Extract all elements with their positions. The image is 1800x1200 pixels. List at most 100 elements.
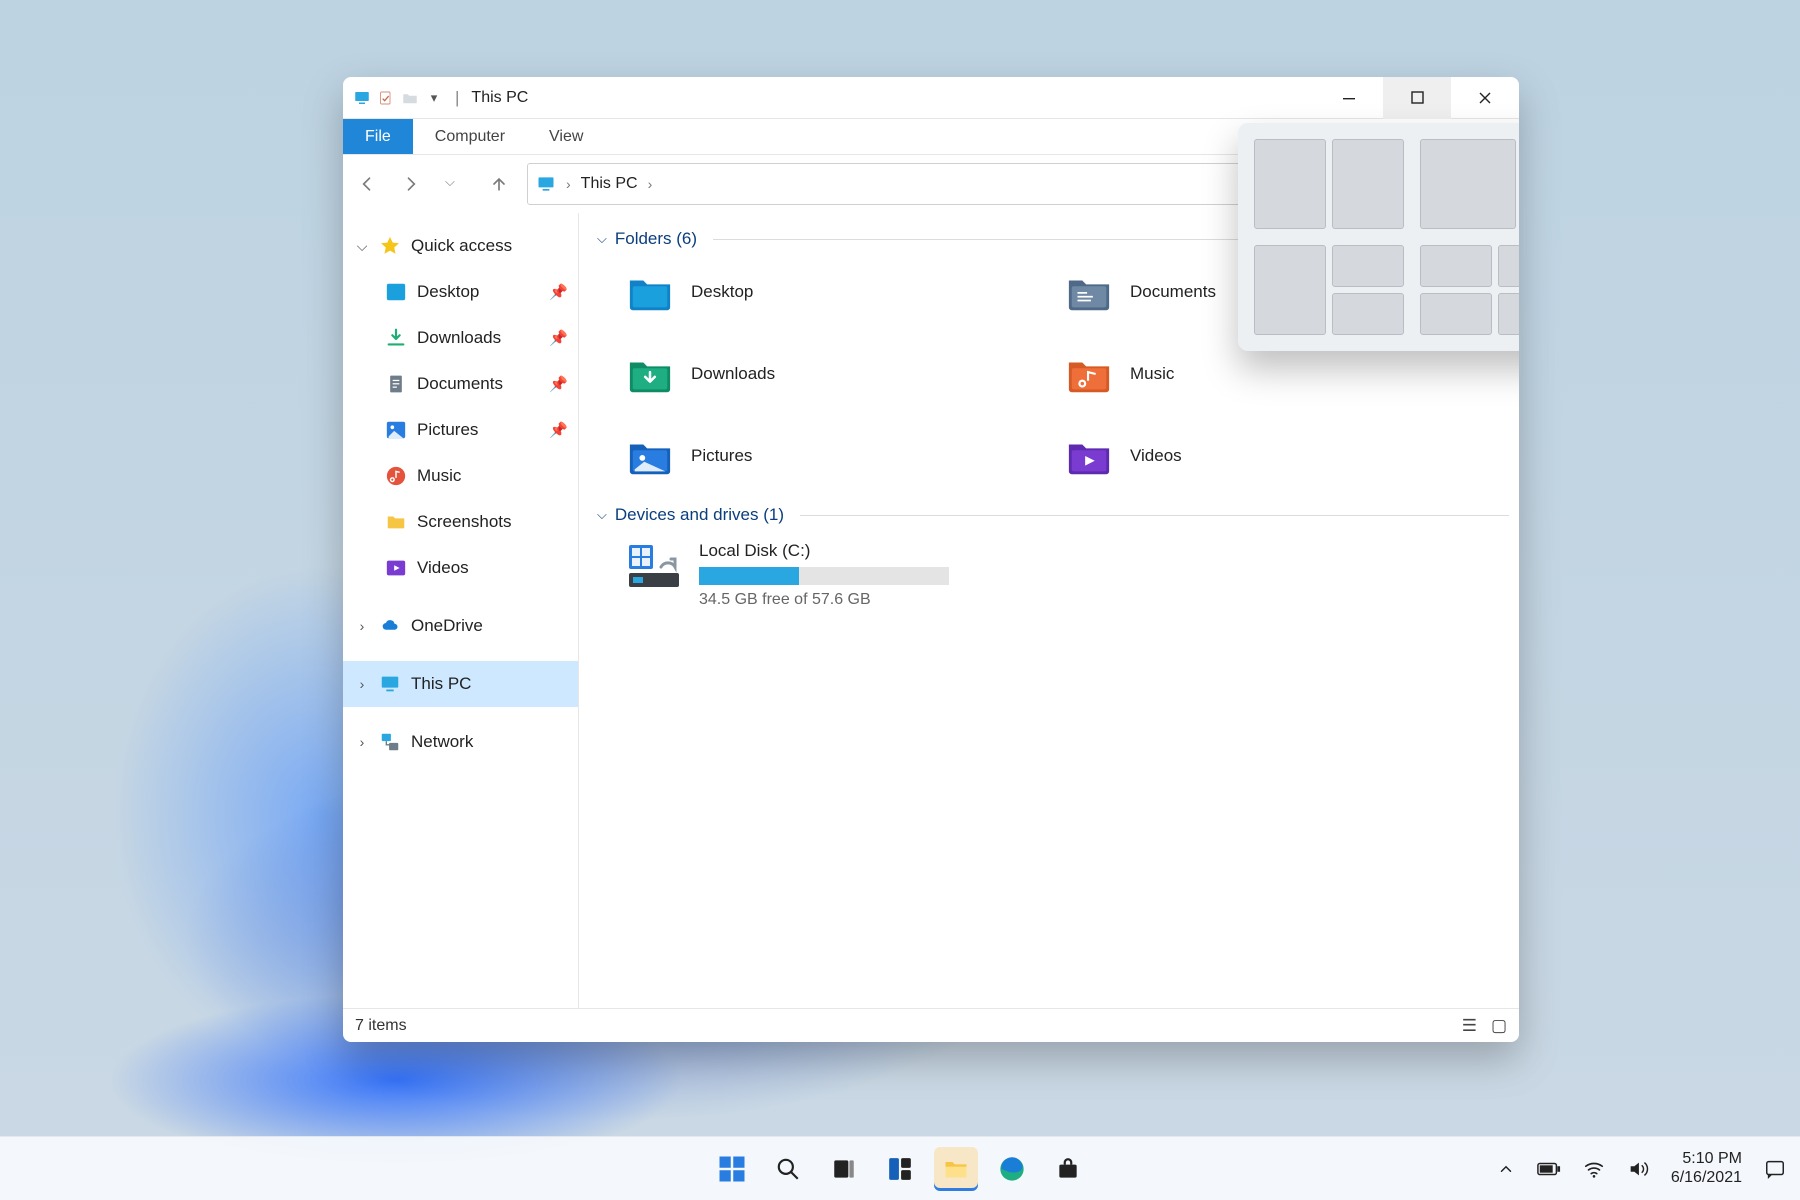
sidebar-item-label: Desktop bbox=[417, 282, 479, 302]
local-disk-icon bbox=[627, 541, 681, 591]
tray-time: 5:10 PM bbox=[1671, 1150, 1742, 1168]
sidebar-item-label: Screenshots bbox=[417, 512, 512, 532]
window-controls bbox=[1315, 77, 1519, 119]
folder-label: Videos bbox=[1130, 446, 1182, 466]
taskbar-edge-icon[interactable] bbox=[990, 1147, 1034, 1191]
sidebar-item-label: This PC bbox=[411, 674, 471, 694]
menu-file[interactable]: File bbox=[343, 119, 413, 154]
maximize-button[interactable] bbox=[1383, 77, 1451, 119]
sidebar-screenshots[interactable]: Screenshots bbox=[343, 499, 578, 545]
taskbar-file-explorer-icon[interactable] bbox=[934, 1147, 978, 1191]
chevron-right-icon[interactable]: › bbox=[355, 676, 369, 692]
folder-label: Pictures bbox=[691, 446, 752, 466]
sidebar-quick-access[interactable]: ⌵ Quick access bbox=[343, 223, 578, 269]
tray-overflow-icon[interactable] bbox=[1497, 1160, 1515, 1178]
pin-icon[interactable]: 📌 bbox=[549, 375, 568, 393]
sidebar-documents[interactable]: Documents 📌 bbox=[343, 361, 578, 407]
videos-folder-icon bbox=[1066, 433, 1112, 479]
folder-label: Downloads bbox=[691, 364, 775, 384]
documents-folder-icon bbox=[1066, 269, 1112, 315]
music-folder-icon bbox=[1066, 351, 1112, 397]
folder-desktop[interactable]: Desktop bbox=[627, 269, 1066, 315]
tray-clock[interactable]: 5:10 PM 6/16/2021 bbox=[1671, 1150, 1742, 1187]
chevron-right-icon[interactable]: › bbox=[355, 618, 369, 634]
folder-icon bbox=[385, 511, 407, 533]
sidebar-item-label: Quick access bbox=[411, 236, 512, 256]
status-bar: 7 items ☰ ▢ bbox=[343, 1008, 1519, 1042]
desktop-icon bbox=[385, 281, 407, 303]
chevron-down-icon[interactable]: ⌵ bbox=[355, 238, 369, 255]
drive-info: Local Disk (C:) 34.5 GB free of 57.6 GB bbox=[699, 541, 949, 609]
sidebar-pictures[interactable]: Pictures 📌 bbox=[343, 407, 578, 453]
folder-downloads[interactable]: Downloads bbox=[627, 351, 1066, 397]
sidebar-thispc[interactable]: › This PC bbox=[343, 661, 578, 707]
folder-videos[interactable]: Videos bbox=[1066, 433, 1505, 479]
pictures-icon bbox=[385, 419, 407, 441]
music-icon bbox=[385, 465, 407, 487]
forward-button[interactable] bbox=[401, 174, 421, 194]
menu-view[interactable]: View bbox=[527, 119, 605, 154]
folder-pictures[interactable]: Pictures bbox=[627, 433, 1066, 479]
breadcrumb-thispc[interactable]: This PC bbox=[581, 175, 638, 193]
cloud-icon bbox=[379, 615, 401, 637]
chevron-down-icon[interactable]: ⌵ bbox=[597, 231, 607, 247]
sidebar-music[interactable]: Music bbox=[343, 453, 578, 499]
sidebar-item-label: Network bbox=[411, 732, 473, 752]
chevron-down-icon[interactable]: ⌵ bbox=[597, 507, 607, 523]
sidebar-downloads[interactable]: Downloads 📌 bbox=[343, 315, 578, 361]
sidebar-onedrive[interactable]: › OneDrive bbox=[343, 603, 578, 649]
pin-icon[interactable]: 📌 bbox=[549, 421, 568, 439]
titlebar: ▾ | This PC bbox=[343, 77, 1519, 119]
breadcrumb-sep-tail[interactable]: › bbox=[648, 176, 653, 192]
sidebar-desktop[interactable]: Desktop 📌 bbox=[343, 269, 578, 315]
snap-layout-left-half-rightstack[interactable] bbox=[1254, 245, 1404, 335]
volume-icon[interactable] bbox=[1627, 1158, 1649, 1180]
taskbar-search-icon[interactable] bbox=[766, 1147, 810, 1191]
qat-newfolder-icon[interactable] bbox=[401, 89, 419, 107]
sidebar-videos[interactable]: Videos bbox=[343, 545, 578, 591]
sidebar-item-label: Videos bbox=[417, 558, 469, 578]
folder-label: Desktop bbox=[691, 282, 753, 302]
titlebar-left: ▾ | This PC bbox=[343, 88, 528, 108]
chevron-right-icon[interactable]: › bbox=[355, 734, 369, 750]
section-drives-label: Devices and drives (1) bbox=[615, 505, 784, 525]
large-icons-view-button[interactable]: ▢ bbox=[1491, 1016, 1507, 1036]
tray-date: 6/16/2021 bbox=[1671, 1169, 1742, 1187]
folder-music[interactable]: Music bbox=[1066, 351, 1505, 397]
taskbar-store-icon[interactable] bbox=[1046, 1147, 1090, 1191]
up-button[interactable] bbox=[489, 174, 509, 194]
sidebar-network[interactable]: › Network bbox=[343, 719, 578, 765]
menu-computer[interactable]: Computer bbox=[413, 119, 527, 154]
minimize-button[interactable] bbox=[1315, 77, 1383, 119]
start-button[interactable] bbox=[710, 1147, 754, 1191]
task-view-icon[interactable] bbox=[822, 1147, 866, 1191]
drive-capacity-bar bbox=[699, 567, 949, 585]
wifi-icon[interactable] bbox=[1583, 1158, 1605, 1180]
network-icon bbox=[379, 731, 401, 753]
document-icon bbox=[385, 373, 407, 395]
details-view-button[interactable]: ☰ bbox=[1462, 1016, 1477, 1036]
pictures-folder-icon bbox=[627, 433, 673, 479]
qat-properties-icon[interactable] bbox=[377, 89, 395, 107]
drive-name: Local Disk (C:) bbox=[699, 541, 949, 561]
snap-layout-quadrant[interactable] bbox=[1420, 245, 1519, 335]
drive-local-c[interactable]: Local Disk (C:) 34.5 GB free of 57.6 GB bbox=[597, 531, 1509, 609]
recent-locations-button[interactable]: ⌵ bbox=[445, 174, 465, 194]
nav-sidebar: ⌵ Quick access Desktop 📌 Downloads 📌 Doc… bbox=[343, 213, 579, 1008]
snap-layout-two-thirds[interactable] bbox=[1420, 139, 1519, 229]
widgets-icon[interactable] bbox=[878, 1147, 922, 1191]
star-icon bbox=[379, 235, 401, 257]
desktop-folder-icon bbox=[627, 269, 673, 315]
pin-icon[interactable]: 📌 bbox=[549, 329, 568, 347]
pin-icon[interactable]: 📌 bbox=[549, 283, 568, 301]
qat-customize-icon[interactable]: ▾ bbox=[425, 89, 443, 107]
folder-label: Documents bbox=[1130, 282, 1216, 302]
notifications-icon[interactable] bbox=[1764, 1158, 1786, 1180]
snap-layout-half[interactable] bbox=[1254, 139, 1404, 229]
section-folders-label: Folders (6) bbox=[615, 229, 697, 249]
videos-icon bbox=[385, 557, 407, 579]
battery-icon[interactable] bbox=[1537, 1162, 1561, 1176]
back-button[interactable] bbox=[357, 174, 377, 194]
section-drives-header[interactable]: ⌵ Devices and drives (1) bbox=[597, 501, 1509, 531]
close-button[interactable] bbox=[1451, 77, 1519, 119]
